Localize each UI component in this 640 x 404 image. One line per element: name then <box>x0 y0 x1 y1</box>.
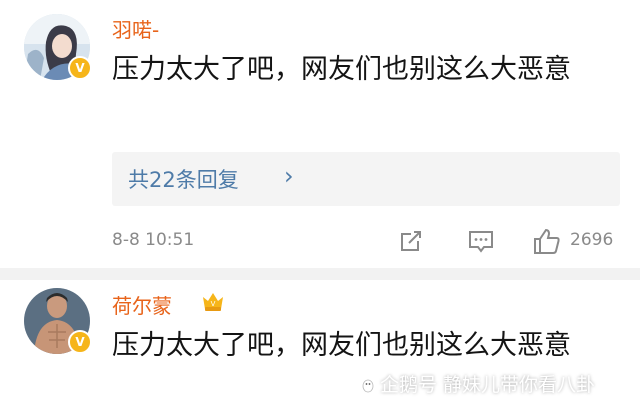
penguin-logo-icon <box>362 379 374 393</box>
watermark-text: 企鹅号 静妹儿带你看八卦 <box>380 374 596 396</box>
username[interactable]: 羽喏- <box>112 14 159 43</box>
svg-text:V: V <box>211 300 216 308</box>
comment-icon[interactable] <box>466 226 496 256</box>
comment-text: 压力太大了吧，网友们也别这么大恶意 <box>112 54 571 85</box>
comment-meta: 8-8 10:51 2696 <box>0 226 640 256</box>
thumbs-up-icon[interactable] <box>532 226 562 256</box>
replies-count-label: 共22条回复 <box>128 168 239 192</box>
comment-text: 压力太大了吧，网友们也别这么大恶意 <box>112 330 571 361</box>
view-replies-button[interactable]: 共22条回复 › <box>112 152 620 206</box>
chevron-right-icon: › <box>284 162 294 190</box>
verified-badge-icon: V <box>68 330 92 354</box>
verified-badge-icon: V <box>68 56 92 80</box>
watermark: 企鹅号 静妹儿带你看八卦 <box>360 370 595 397</box>
divider <box>0 268 640 280</box>
timestamp: 8-8 10:51 <box>112 230 195 250</box>
vip-crown-icon: V <box>200 289 226 313</box>
like-count: 2696 <box>570 230 614 250</box>
share-icon[interactable] <box>396 226 426 256</box>
username[interactable]: 荷尔蒙 <box>112 290 172 319</box>
comment-item: V 羽喏- 压力太大了吧，网友们也别这么大恶意 共22条回复 › 8-8 10:… <box>0 0 640 268</box>
